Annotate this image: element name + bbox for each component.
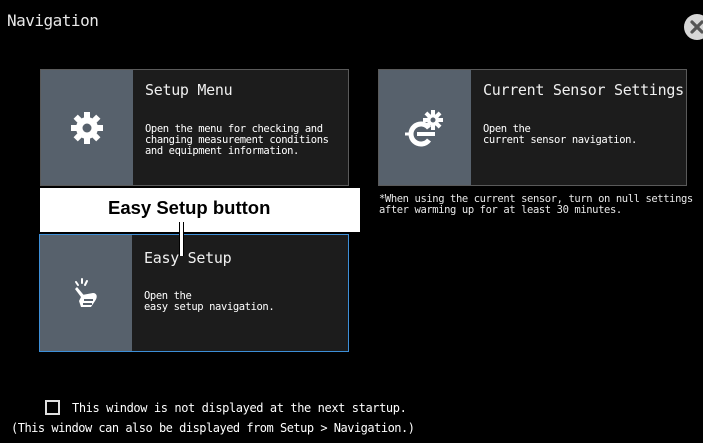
navigation-hint: (This window can also be displayed from … bbox=[11, 421, 415, 435]
current-sensor-description: Open the current sensor navigation. bbox=[483, 123, 637, 146]
current-sensor-icon-panel bbox=[379, 70, 471, 185]
easy-setup-button[interactable]: Easy Setup Open the easy setup navigatio… bbox=[39, 234, 349, 352]
current-sensor-note: *When using the current sensor, turn on … bbox=[379, 193, 693, 216]
easy-setup-callout: Easy Setup button bbox=[40, 188, 360, 232]
close-icon bbox=[690, 20, 703, 34]
close-button[interactable] bbox=[684, 14, 703, 40]
window-title: Navigation bbox=[7, 11, 99, 30]
callout-label: Easy Setup button bbox=[108, 197, 271, 218]
setup-menu-description: Open the menu for checking and changing … bbox=[145, 123, 329, 157]
current-sensor-title: Current Sensor Settings bbox=[483, 81, 684, 99]
sensor-gear-icon bbox=[405, 109, 443, 146]
pointing-hand-icon bbox=[75, 278, 97, 307]
startup-checkbox-label[interactable]: This window is not displayed at the next… bbox=[72, 401, 407, 415]
easy-setup-icon-panel bbox=[40, 235, 132, 351]
current-sensor-settings-button[interactable]: Current Sensor Settings Open the current… bbox=[378, 69, 687, 186]
setup-menu-button[interactable]: Setup Menu Open the menu for checking an… bbox=[40, 69, 349, 186]
gear-icon bbox=[71, 111, 103, 144]
easy-setup-title: Easy Setup bbox=[144, 249, 232, 267]
setup-menu-icon-panel bbox=[41, 70, 133, 185]
setup-menu-title: Setup Menu bbox=[145, 81, 233, 99]
startup-checkbox[interactable] bbox=[45, 400, 60, 415]
navigation-window: Navigation Setup Menu Open the menu for … bbox=[0, 0, 703, 443]
easy-setup-description: Open the easy setup navigation. bbox=[144, 290, 275, 313]
callout-pointer bbox=[179, 222, 184, 256]
